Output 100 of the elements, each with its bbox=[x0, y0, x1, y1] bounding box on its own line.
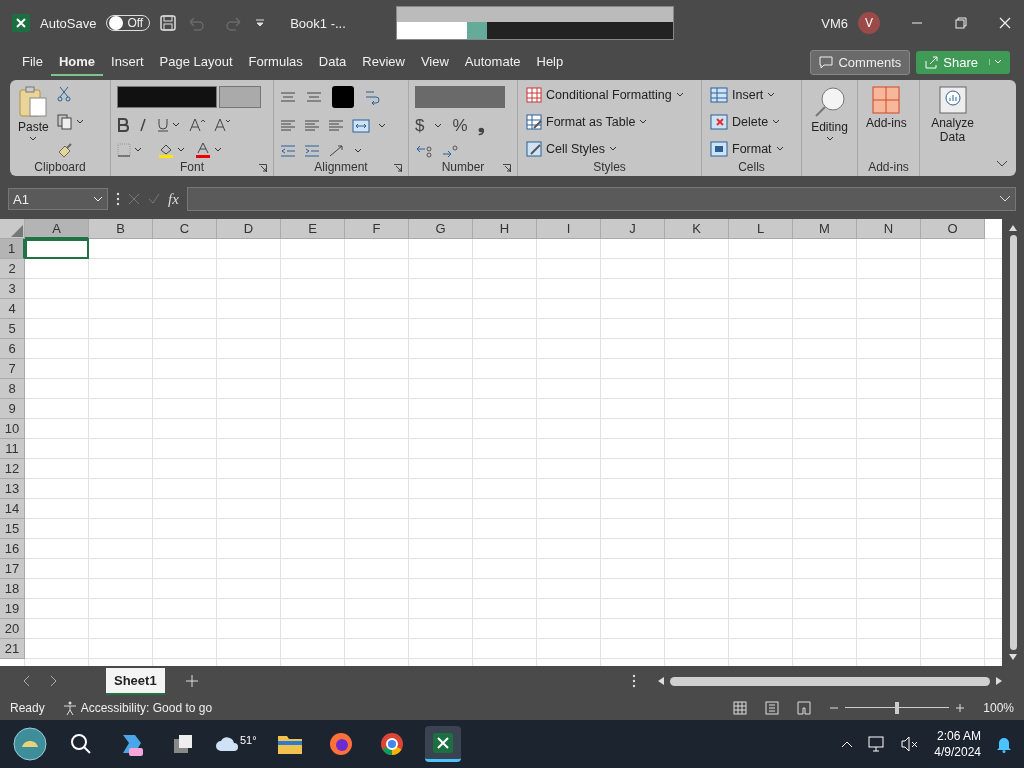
weather-temperature[interactable]: 51° bbox=[240, 734, 257, 746]
ribbon-tab[interactable]: Insert bbox=[103, 48, 152, 76]
number-format-field[interactable] bbox=[415, 86, 505, 108]
start-orb-icon[interactable] bbox=[13, 727, 47, 761]
cut-icon[interactable] bbox=[56, 86, 71, 102]
clock-date[interactable]: 4/9/2024 bbox=[934, 744, 981, 760]
accessibility-status[interactable]: Accessibility: Good to go bbox=[80, 701, 213, 715]
cells-menu-button[interactable]: Insert bbox=[708, 86, 795, 104]
dialog-launcher-icon[interactable] bbox=[259, 164, 267, 172]
caret-icon[interactable] bbox=[772, 119, 781, 125]
collapse-ribbon-icon[interactable] bbox=[996, 160, 1008, 168]
font-name-field[interactable] bbox=[117, 86, 217, 108]
restore-icon[interactable] bbox=[954, 16, 968, 30]
column-header[interactable]: D bbox=[217, 219, 281, 239]
comments-button[interactable]: Comments bbox=[810, 49, 911, 75]
ribbon-tab[interactable]: View bbox=[412, 48, 457, 76]
caret-icon[interactable] bbox=[609, 146, 618, 152]
cells-menu-button[interactable]: Format bbox=[708, 140, 795, 158]
italic-icon[interactable] bbox=[138, 118, 148, 132]
insert-cells-icon[interactable] bbox=[710, 87, 728, 103]
row-header[interactable]: 15 bbox=[0, 519, 25, 539]
wrap-text-icon[interactable] bbox=[364, 89, 380, 105]
caret-icon[interactable] bbox=[75, 119, 84, 125]
browser-fox-icon[interactable] bbox=[328, 732, 353, 756]
caret-icon[interactable] bbox=[134, 147, 142, 153]
caret-icon[interactable] bbox=[177, 147, 185, 153]
text-orientation-swatch[interactable] bbox=[332, 86, 354, 108]
dialog-launcher-icon[interactable] bbox=[503, 164, 511, 172]
share-button[interactable]: Share bbox=[916, 50, 1010, 74]
folder-icon[interactable] bbox=[276, 733, 303, 755]
ribbon-tab[interactable]: File bbox=[14, 48, 51, 76]
font-color-icon[interactable] bbox=[195, 142, 211, 158]
row-header[interactable]: 18 bbox=[0, 579, 25, 599]
column-header[interactable]: O bbox=[921, 219, 985, 239]
analyze-data-button[interactable]: Analyze Data bbox=[926, 84, 979, 146]
row-header[interactable]: 12 bbox=[0, 459, 25, 479]
show-hidden-icons-icon[interactable] bbox=[841, 740, 854, 748]
merge-center-icon[interactable] bbox=[352, 119, 370, 133]
row-header[interactable]: 2 bbox=[0, 259, 25, 279]
row-header[interactable]: 9 bbox=[0, 399, 25, 419]
row-header[interactable]: 8 bbox=[0, 379, 25, 399]
previous-sheet-icon[interactable] bbox=[22, 675, 30, 687]
row-header[interactable]: 6 bbox=[0, 339, 25, 359]
row-header[interactable]: 10 bbox=[0, 419, 25, 439]
column-header[interactable]: B bbox=[89, 219, 153, 239]
decrease-font-size-icon[interactable] bbox=[214, 118, 230, 132]
row-header[interactable]: 19 bbox=[0, 599, 25, 619]
scroll-left-icon[interactable] bbox=[658, 677, 664, 685]
row-header[interactable]: 7 bbox=[0, 359, 25, 379]
scroll-right-icon[interactable] bbox=[996, 677, 1002, 685]
page-layout-view-icon[interactable] bbox=[765, 701, 780, 715]
caret-icon[interactable] bbox=[354, 148, 362, 154]
caret-icon[interactable] bbox=[214, 147, 222, 153]
row-header[interactable]: 14 bbox=[0, 499, 25, 519]
row-header[interactable]: 21 bbox=[0, 639, 25, 659]
sheet-tab[interactable]: Sheet1 bbox=[106, 667, 165, 695]
increase-font-size-icon[interactable] bbox=[189, 118, 205, 132]
delete-cells-icon[interactable] bbox=[710, 114, 728, 130]
column-header[interactable]: A bbox=[25, 219, 89, 239]
column-header[interactable]: E bbox=[281, 219, 345, 239]
column-header[interactable]: N bbox=[857, 219, 921, 239]
editing-button[interactable]: Editing bbox=[808, 84, 851, 144]
dialog-launcher-icon[interactable] bbox=[394, 164, 402, 172]
ribbon-tab[interactable]: Automate bbox=[456, 48, 529, 76]
cells-menu-button[interactable]: Delete bbox=[708, 113, 795, 131]
caret-icon[interactable] bbox=[378, 123, 386, 129]
search-icon[interactable] bbox=[70, 733, 92, 755]
caret-icon[interactable] bbox=[172, 122, 180, 128]
add-ins-button[interactable]: Add-ins bbox=[864, 84, 909, 160]
browser-circle-icon[interactable] bbox=[379, 732, 404, 756]
notification-bell-icon[interactable] bbox=[996, 735, 1012, 753]
column-header[interactable]: I bbox=[537, 219, 601, 239]
caret-icon[interactable] bbox=[825, 136, 834, 142]
row-header[interactable]: 16 bbox=[0, 539, 25, 559]
row-header[interactable]: 1 bbox=[0, 239, 25, 259]
decrease-decimal-icon[interactable] bbox=[441, 144, 459, 158]
save-icon[interactable] bbox=[160, 15, 177, 31]
page-break-view-icon[interactable] bbox=[797, 701, 812, 715]
muted-speaker-icon[interactable] bbox=[901, 736, 920, 752]
caret-icon[interactable] bbox=[775, 146, 784, 152]
caret-icon[interactable] bbox=[434, 123, 443, 129]
currency-format-button[interactable]: $ bbox=[415, 116, 425, 136]
row-header[interactable]: 5 bbox=[0, 319, 25, 339]
column-header[interactable]: G bbox=[409, 219, 473, 239]
scroll-down-icon[interactable] bbox=[1009, 654, 1017, 660]
zoom-in-icon[interactable] bbox=[955, 703, 966, 713]
ribbon-tab[interactable]: Formulas bbox=[240, 48, 311, 76]
row-header[interactable]: 20 bbox=[0, 619, 25, 639]
clock-time[interactable]: 2:06 AM bbox=[936, 728, 981, 744]
row-header[interactable]: 17 bbox=[0, 559, 25, 579]
column-header[interactable]: F bbox=[345, 219, 409, 239]
next-sheet-icon[interactable] bbox=[50, 675, 58, 687]
horizontal-scrollbar[interactable] bbox=[658, 676, 1002, 686]
zoom-level[interactable]: 100% bbox=[983, 701, 1014, 715]
ribbon-tab[interactable]: Help bbox=[528, 48, 572, 76]
account-avatar[interactable]: V bbox=[858, 12, 880, 34]
styles-menu-button[interactable]: Conditional Formatting bbox=[524, 86, 695, 104]
column-header[interactable]: L bbox=[729, 219, 793, 239]
ribbon-tab[interactable]: Data bbox=[310, 48, 355, 76]
name-box[interactable]: A1 bbox=[8, 188, 108, 210]
